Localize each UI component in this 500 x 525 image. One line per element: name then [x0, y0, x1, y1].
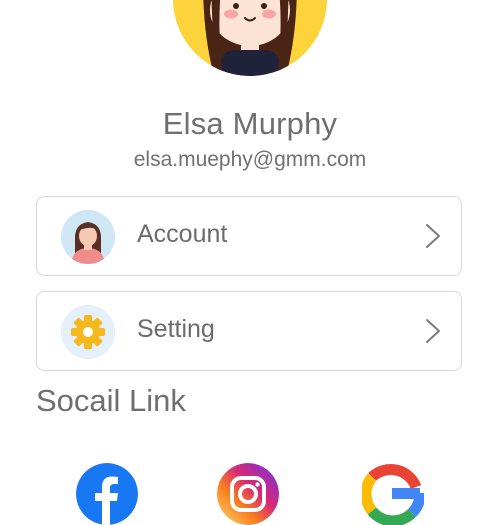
- account-menu-item[interactable]: Account: [36, 196, 462, 276]
- chevron-right-icon: [426, 224, 440, 248]
- profile-email: elsa.muephy@gmm.com: [133, 148, 367, 171]
- profile-name: Elsa Murphy: [162, 106, 338, 141]
- google-link[interactable]: [362, 463, 424, 525]
- google-icon: [362, 463, 424, 525]
- avatar-illustration: [203, 0, 297, 76]
- account-label: Account: [137, 220, 228, 248]
- instagram-icon: [217, 463, 279, 525]
- gear-icon: [61, 305, 115, 359]
- setting-label: Setting: [137, 315, 215, 343]
- user-avatar-icon: [61, 210, 115, 264]
- facebook-icon: [76, 463, 138, 525]
- chevron-right-icon: [426, 319, 440, 343]
- instagram-link[interactable]: [217, 463, 279, 525]
- facebook-link[interactable]: [76, 463, 138, 525]
- social-link-title: Socail Link: [36, 383, 186, 418]
- profile-avatar: [173, 0, 327, 76]
- setting-menu-item[interactable]: Setting: [36, 291, 462, 371]
